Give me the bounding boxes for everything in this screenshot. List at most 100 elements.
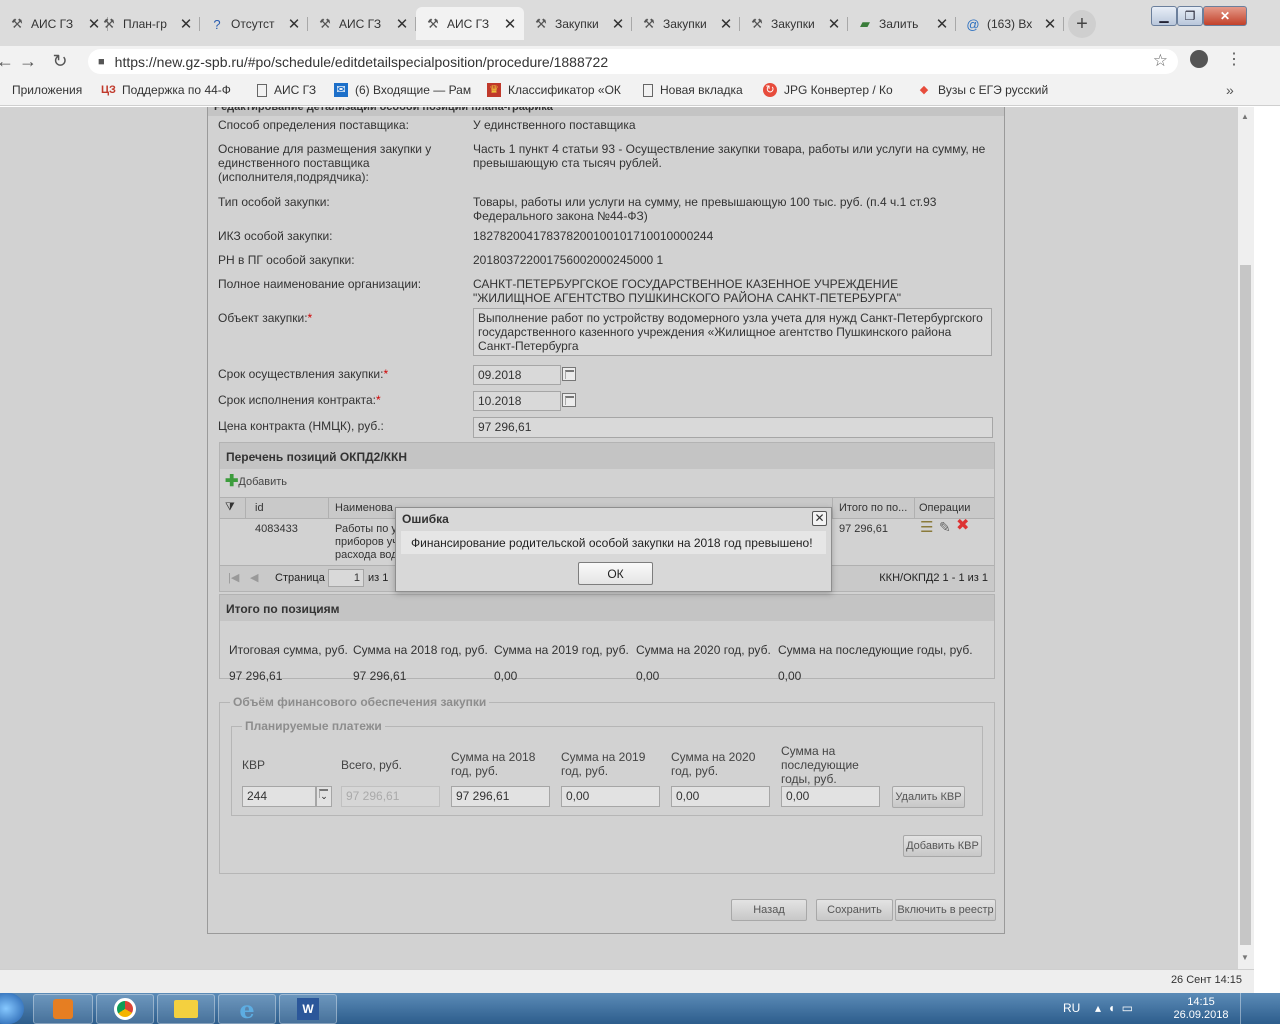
- sum-2018-label: Сумма на 2018 год, руб.: [451, 750, 536, 778]
- bookmark-label: Вузы с ЕГЭ русский: [938, 83, 1049, 97]
- minimize-window-button[interactable]: ▁: [1151, 6, 1177, 26]
- ok-button[interactable]: ОК: [578, 562, 653, 585]
- word-icon[interactable]: W: [279, 994, 337, 1024]
- org-name-label: Полное наименование организации:: [218, 277, 422, 291]
- save-button[interactable]: Сохранить: [816, 899, 893, 921]
- internet-explorer-icon[interactable]: e: [218, 994, 276, 1024]
- tab-purchases-3[interactable]: ⚒ Закупки ✕: [740, 9, 848, 39]
- total-sum-value: 97 296,61: [229, 669, 283, 683]
- close-window-button[interactable]: ✕: [1203, 6, 1247, 26]
- view-details-icon[interactable]: ☰: [920, 521, 933, 534]
- profile-avatar-icon[interactable]: [1190, 50, 1208, 68]
- media-player-icon[interactable]: [33, 994, 93, 1024]
- tab-ais-gz-active[interactable]: ⚒ АИС ГЗ ✕: [416, 7, 524, 40]
- tab-purchases-2[interactable]: ⚒ Закупки ✕: [632, 9, 740, 39]
- close-tab-icon[interactable]: ✕: [286, 15, 302, 33]
- bookmark-classifier[interactable]: ♛ Классификатор «ОК: [487, 83, 621, 97]
- bookmark-jpg-converter[interactable]: ↻ JPG Конвертер / Ко: [763, 83, 893, 97]
- address-bar[interactable]: ■ https://new.gz-spb.ru/#po/schedule/edi…: [88, 49, 1178, 74]
- payments-legend: Планируемые платежи: [242, 719, 385, 733]
- tab-absent[interactable]: ? Отсутст ✕: [200, 9, 308, 39]
- system-tray-icons[interactable]: ▴ ◖ ▭: [1095, 1001, 1133, 1015]
- forward-arrow-icon[interactable]: →: [17, 50, 39, 72]
- tab-purchases-1[interactable]: ⚒ Закупки ✕: [524, 9, 632, 39]
- scroll-down-icon[interactable]: ▼: [1241, 953, 1249, 962]
- include-in-registry-button[interactable]: Включить в реестр: [895, 899, 996, 921]
- tab-mail[interactable]: @ (163) Вх ✕: [956, 9, 1064, 39]
- language-indicator[interactable]: RU: [1063, 1001, 1080, 1015]
- scroll-up-icon[interactable]: ▲: [1241, 112, 1249, 121]
- bookmark-ais-gz[interactable]: АИС ГЗ: [257, 83, 316, 97]
- calendar-icon[interactable]: [562, 367, 576, 381]
- back-arrow-icon[interactable]: ←: [0, 50, 16, 72]
- clock-time: 14:15: [1187, 996, 1215, 1008]
- bookmark-apps[interactable]: Приложения: [0, 83, 82, 97]
- col-id[interactable]: id: [255, 502, 264, 514]
- row-name[interactable]: Работы по у приборов уч расхода вод: [335, 523, 400, 563]
- bookmark-label: (6) Входящие — Рам: [355, 83, 472, 97]
- tab-plan-graph[interactable]: ⚒ План-гр ✕: [92, 9, 200, 39]
- tab-ais-gz-2[interactable]: ⚒ АИС ГЗ ✕: [308, 9, 416, 39]
- first-page-icon[interactable]: |◀: [228, 571, 239, 584]
- delete-kvr-button[interactable]: Удалить КВР: [892, 786, 965, 808]
- method-value: У единственного поставщика: [473, 118, 636, 132]
- tab-title: Закупки: [771, 17, 815, 31]
- total-sum-header: Итоговая сумма, руб.: [229, 643, 348, 657]
- close-tab-icon[interactable]: ✕: [718, 15, 734, 33]
- bookmark-support-44fz[interactable]: ЦЗ Поддержка по 44-Ф: [101, 83, 231, 97]
- chrome-icon[interactable]: [96, 994, 154, 1024]
- explorer-folder-icon[interactable]: [157, 994, 215, 1024]
- kvr-select[interactable]: 244: [242, 786, 316, 807]
- close-tab-icon[interactable]: ✕: [610, 15, 626, 33]
- page-of-label: из 1: [368, 572, 389, 584]
- column-separator: [328, 498, 329, 518]
- col-name[interactable]: Наименова: [335, 502, 393, 514]
- purchase-period-input[interactable]: 09.2018: [473, 365, 561, 385]
- sum-2019-input[interactable]: 0,00: [561, 786, 660, 807]
- sum-later-input[interactable]: 0,00: [781, 786, 880, 807]
- sum-2018-input[interactable]: 97 296,61: [451, 786, 550, 807]
- maximize-window-button[interactable]: ❐: [1177, 6, 1203, 26]
- mail-icon: ✉: [334, 83, 348, 97]
- prev-page-icon[interactable]: ◀: [250, 571, 258, 584]
- price-input[interactable]: 97 296,61: [473, 417, 993, 438]
- close-tab-icon[interactable]: ✕: [178, 15, 194, 33]
- show-desktop-button[interactable]: [1240, 993, 1254, 1024]
- close-tab-icon[interactable]: ✕: [826, 15, 842, 33]
- okpd-add-button[interactable]: ✚ Добавить: [225, 474, 287, 490]
- new-tab-button[interactable]: +: [1068, 10, 1096, 38]
- taskbar-clock[interactable]: 14:15 26.09.2018: [1170, 996, 1232, 1022]
- calendar-icon[interactable]: [562, 393, 576, 407]
- reload-icon[interactable]: ↻: [49, 50, 71, 72]
- page-number-input[interactable]: 1: [328, 569, 364, 587]
- bookmarks-overflow-icon[interactable]: »: [1226, 82, 1234, 98]
- delete-icon[interactable]: ✖: [956, 519, 969, 532]
- back-button[interactable]: Назад: [731, 899, 807, 921]
- bookmark-new-tab[interactable]: Новая вкладка: [643, 83, 743, 97]
- scrollbar-thumb[interactable]: [1240, 265, 1251, 945]
- column-separator: [245, 498, 246, 518]
- object-textarea[interactable]: Выполнение работ по устройству водомерно…: [473, 308, 992, 356]
- browser-menu-icon[interactable]: ⋮: [1226, 49, 1242, 69]
- edit-pencil-icon[interactable]: ✎: [939, 521, 951, 534]
- tab-upload[interactable]: ▰ Залить ✕: [848, 9, 956, 39]
- close-tab-icon[interactable]: ✕: [502, 15, 518, 33]
- object-label: Объект закупки:*: [218, 311, 312, 325]
- close-tab-icon[interactable]: ✕: [1042, 15, 1058, 33]
- hammer-icon: ⚒: [319, 16, 331, 31]
- contract-period-input[interactable]: 10.2018: [473, 391, 561, 411]
- method-label: Способ определения поставщика:: [218, 118, 409, 132]
- filter-icon[interactable]: ⧩: [225, 501, 235, 514]
- add-kvr-button[interactable]: Добавить КВР: [903, 835, 982, 857]
- close-icon[interactable]: ✕: [812, 511, 827, 526]
- close-tab-icon[interactable]: ✕: [394, 15, 410, 33]
- bookmark-star-icon[interactable]: ☆: [1153, 51, 1168, 71]
- row-id[interactable]: 4083433: [255, 523, 298, 536]
- close-tab-icon[interactable]: ✕: [934, 15, 950, 33]
- bookmark-universities[interactable]: ◆ Вузы с ЕГЭ русский: [917, 83, 1048, 97]
- col-total[interactable]: Итого по по...: [839, 502, 914, 514]
- start-button-icon[interactable]: [0, 993, 24, 1024]
- bookmark-inbox[interactable]: ✉ (6) Входящие — Рам: [334, 83, 471, 97]
- chevron-down-icon[interactable]: ⌄: [316, 786, 332, 807]
- sum-2020-input[interactable]: 0,00: [671, 786, 770, 807]
